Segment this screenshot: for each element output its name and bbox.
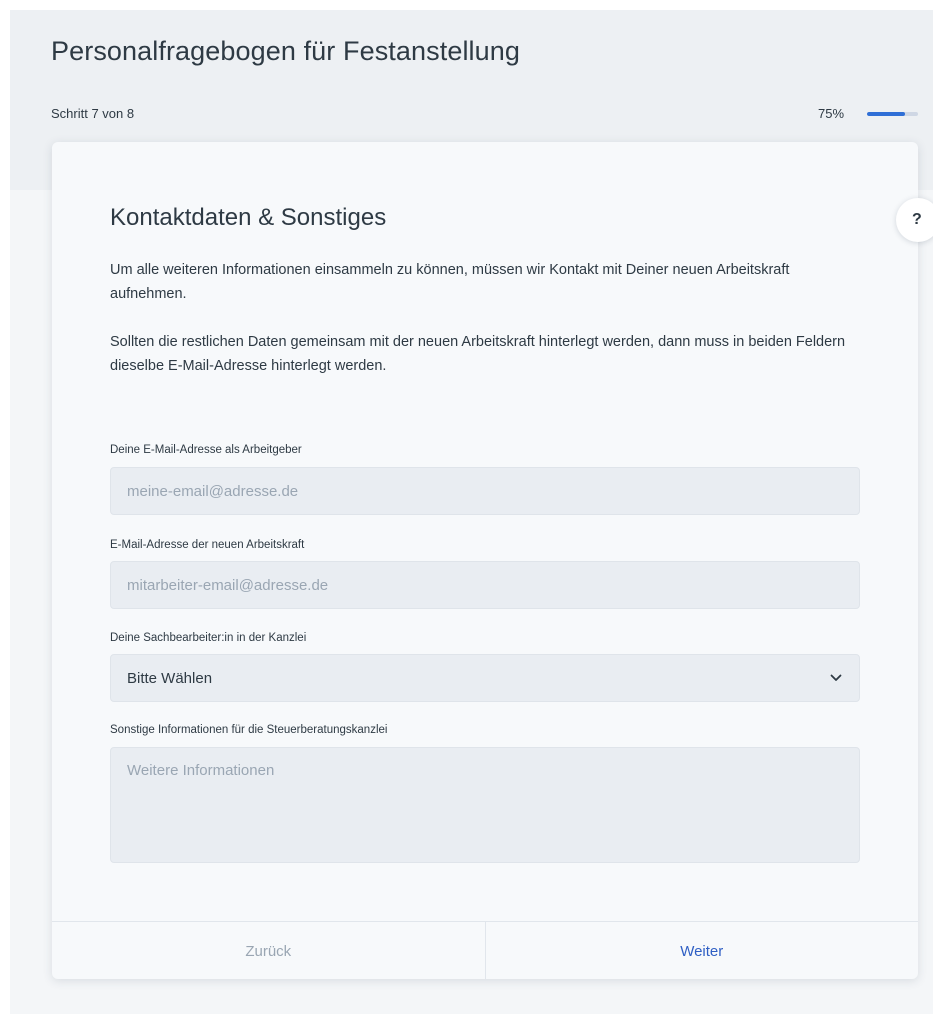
help-button[interactable]: ?	[896, 198, 933, 242]
chevron-down-icon	[830, 674, 842, 681]
employer-email-input[interactable]	[110, 467, 860, 515]
employer-email-label: Deine E-Mail-Adresse als Arbeitgeber	[110, 444, 302, 456]
progress-percent: 75%	[818, 106, 845, 121]
next-button[interactable]: Weiter	[486, 922, 919, 979]
section-title: Kontaktdaten & Sonstiges	[110, 204, 387, 231]
progress-bar-fill	[867, 112, 906, 116]
step-indicator: Schritt 7 von 8	[51, 106, 135, 121]
intro-text: Um alle weiteren Informationen einsammel…	[110, 262, 790, 302]
help-icon: ?	[912, 211, 922, 228]
form-card: Kontaktdaten & Sonstiges Um alle weitere…	[52, 142, 918, 979]
progress-bar	[867, 112, 918, 116]
clerk-label: Deine Sachbearbeiter:in in der Kanzlei	[110, 632, 307, 644]
employee-email-input[interactable]	[110, 561, 860, 609]
employee-email-label: E-Mail-Adresse der neuen Arbeitskraft	[110, 539, 305, 551]
form-footer: Zurück Weiter	[52, 921, 918, 979]
clerk-select[interactable]: Bitte Wählen	[110, 654, 860, 702]
clerk-select-value: Bitte Wählen	[127, 669, 213, 687]
page-title: Personalfragebogen für Festanstellung	[51, 36, 521, 66]
back-button[interactable]: Zurück	[52, 922, 486, 979]
notes-textarea[interactable]	[110, 747, 860, 863]
intro-text-2: Sollten die restlichen Daten gemeinsam m…	[110, 334, 846, 374]
notes-label: Sonstige Informationen für die Steuerber…	[110, 724, 388, 736]
